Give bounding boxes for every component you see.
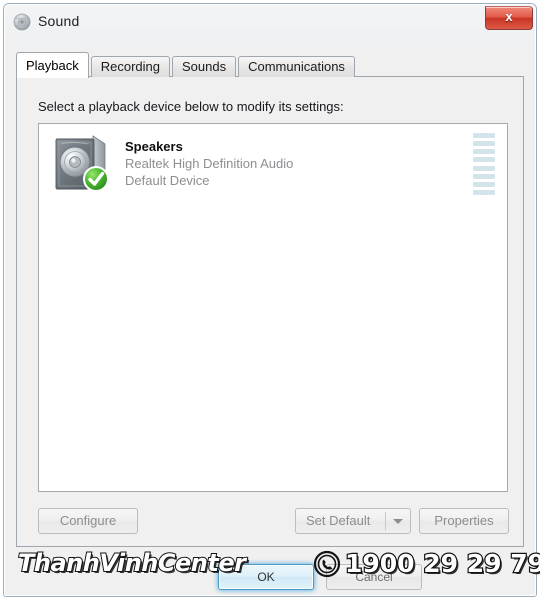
tab-playback[interactable]: Playback [16,52,89,78]
window-inner-frame: Sound x Playback Recording Sounds Commun… [4,4,536,596]
speaker-icon [13,13,31,31]
cancel-button[interactable]: Cancel [326,564,422,590]
meter-segment [473,181,495,187]
playback-device-list[interactable]: Speakers Realtek High Definition Audio D… [38,123,508,492]
close-icon: x [505,9,513,24]
device-name: Speakers [125,139,183,154]
device-status: Default Device [125,173,210,188]
playback-tab-panel: Select a playback device below to modify… [16,76,524,547]
device-text-block: Speakers Realtek High Definition Audio D… [125,138,293,189]
sound-dialog-window: Sound x Playback Recording Sounds Commun… [3,3,537,597]
split-divider [385,512,386,530]
set-default-label: Set Default [306,513,371,528]
close-button[interactable]: x [485,6,533,30]
device-driver: Realtek High Definition Audio [125,156,294,171]
meter-segment [473,141,495,147]
list-item[interactable]: Speakers Realtek High Definition Audio D… [39,124,507,202]
meter-segment [473,149,495,155]
ok-button[interactable]: OK [218,564,314,590]
set-default-button[interactable]: Set Default [295,508,411,534]
meter-segment [473,133,495,138]
title-bar: Sound x [5,5,535,41]
meter-segment [473,157,495,163]
volume-level-meter [473,133,495,195]
tab-communications[interactable]: Communications [238,56,355,77]
meter-segment [473,189,495,195]
chevron-down-icon[interactable] [393,519,403,524]
configure-button[interactable]: Configure [38,508,138,534]
speaker-device-icon [51,132,113,194]
instruction-text: Select a playback device below to modify… [38,99,344,114]
tab-strip: Playback Recording Sounds Communications [16,52,357,78]
tab-sounds[interactable]: Sounds [172,56,237,77]
tab-recording[interactable]: Recording [90,56,171,77]
properties-button[interactable]: Properties [419,508,509,534]
window-title: Sound [38,13,80,29]
meter-segment [473,165,495,171]
meter-segment [473,173,495,179]
